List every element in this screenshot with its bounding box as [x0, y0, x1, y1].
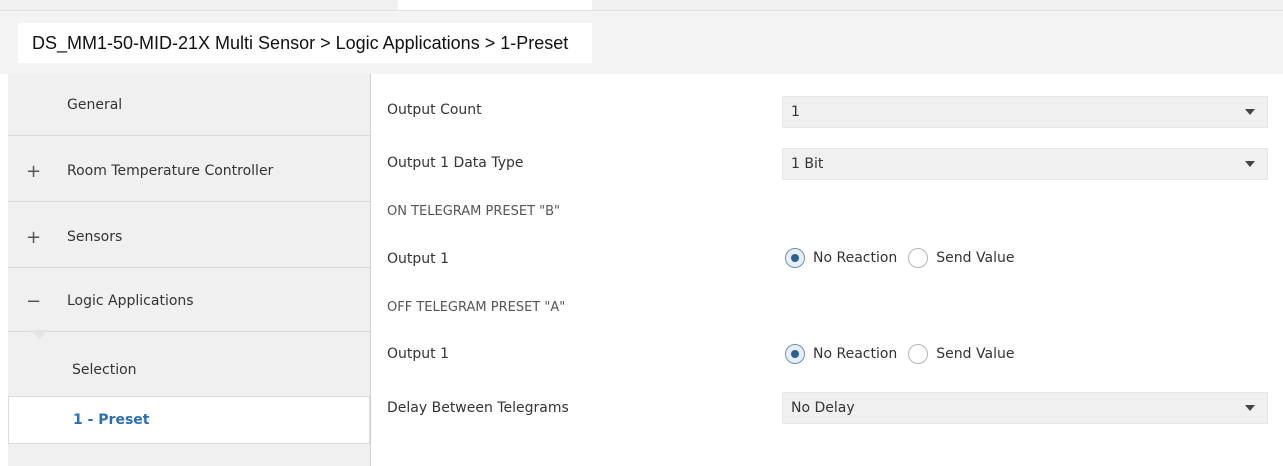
- on-radio-no-reaction[interactable]: No Reaction: [785, 248, 897, 268]
- sidebar-subitem-label: Selection: [72, 362, 137, 378]
- on-output1-label: Output 1: [387, 251, 449, 267]
- output-count-label: Output Count: [387, 102, 482, 118]
- header-bar: DS_MM1-50-MID-21X Multi Sensor > Logic A…: [0, 10, 1283, 74]
- output-count-select[interactable]: 1: [782, 96, 1268, 128]
- on-radio-send-value[interactable]: Send Value: [908, 248, 1014, 268]
- main-panel: Output Count 1 Output 1 Data Type 1 Bit …: [372, 74, 1283, 466]
- radio-label: No Reaction: [813, 346, 898, 362]
- on-telegram-section-heading: ON TELEGRAM PRESET "B": [387, 204, 561, 219]
- sidebar-item-label: Room Temperature Controller: [67, 163, 274, 179]
- top-tab-strip: [0, 0, 1283, 10]
- output1-data-type-select[interactable]: 1 Bit: [782, 148, 1268, 180]
- active-tab-hint: [398, 0, 592, 10]
- select-value: 1 Bit: [791, 156, 824, 172]
- chevron-down-icon: [1245, 109, 1255, 115]
- output1-data-type-label: Output 1 Data Type: [387, 155, 524, 171]
- radio-label: Send Value: [936, 346, 1015, 362]
- delay-between-telegrams-label: Delay Between Telegrams: [387, 400, 569, 416]
- sidebar-item-general[interactable]: General: [8, 74, 370, 136]
- sidebar-item-label: General: [67, 97, 123, 113]
- select-value: 1: [791, 104, 800, 120]
- off-radio-no-reaction[interactable]: No Reaction: [785, 344, 897, 364]
- on-output1-radio-group: No Reaction Send Value: [785, 246, 1025, 270]
- radio-selected-icon[interactable]: [785, 248, 805, 268]
- radio-label: Send Value: [936, 250, 1015, 266]
- sidebar-subitem-selection[interactable]: Selection: [8, 344, 370, 396]
- off-radio-send-value[interactable]: Send Value: [908, 344, 1014, 364]
- submenu-notch-icon: [30, 330, 48, 339]
- chevron-down-icon: [1245, 161, 1255, 167]
- sidebar-item-room-temperature-controller[interactable]: + Room Temperature Controller: [8, 140, 370, 202]
- minus-icon[interactable]: −: [26, 270, 41, 332]
- plus-icon[interactable]: +: [26, 206, 41, 268]
- breadcrumb: DS_MM1-50-MID-21X Multi Sensor > Logic A…: [18, 23, 593, 63]
- radio-unselected-icon[interactable]: [908, 248, 929, 268]
- sidebar-item-logic-applications[interactable]: − Logic Applications: [8, 270, 370, 332]
- off-output1-radio-group: No Reaction Send Value: [785, 342, 1025, 366]
- radio-unselected-icon[interactable]: [908, 344, 929, 364]
- sidebar-subitem-label: 1 - Preset: [73, 412, 150, 428]
- sidebar-item-sensors[interactable]: + Sensors: [8, 206, 370, 268]
- radio-selected-icon[interactable]: [785, 344, 805, 364]
- delay-between-telegrams-select[interactable]: No Delay: [782, 392, 1268, 424]
- chevron-down-icon: [1245, 405, 1255, 411]
- sidebar-item-label: Logic Applications: [67, 293, 194, 309]
- off-output1-label: Output 1: [387, 346, 449, 362]
- plus-icon[interactable]: +: [26, 140, 41, 202]
- radio-label: No Reaction: [813, 250, 898, 266]
- select-value: No Delay: [791, 400, 855, 416]
- sidebar-subitem-1-preset[interactable]: 1 - Preset: [8, 396, 370, 444]
- sidebar-item-label: Sensors: [67, 229, 123, 245]
- off-telegram-section-heading: OFF TELEGRAM PRESET "A": [387, 300, 566, 315]
- sidebar: General + Room Temperature Controller + …: [8, 74, 371, 466]
